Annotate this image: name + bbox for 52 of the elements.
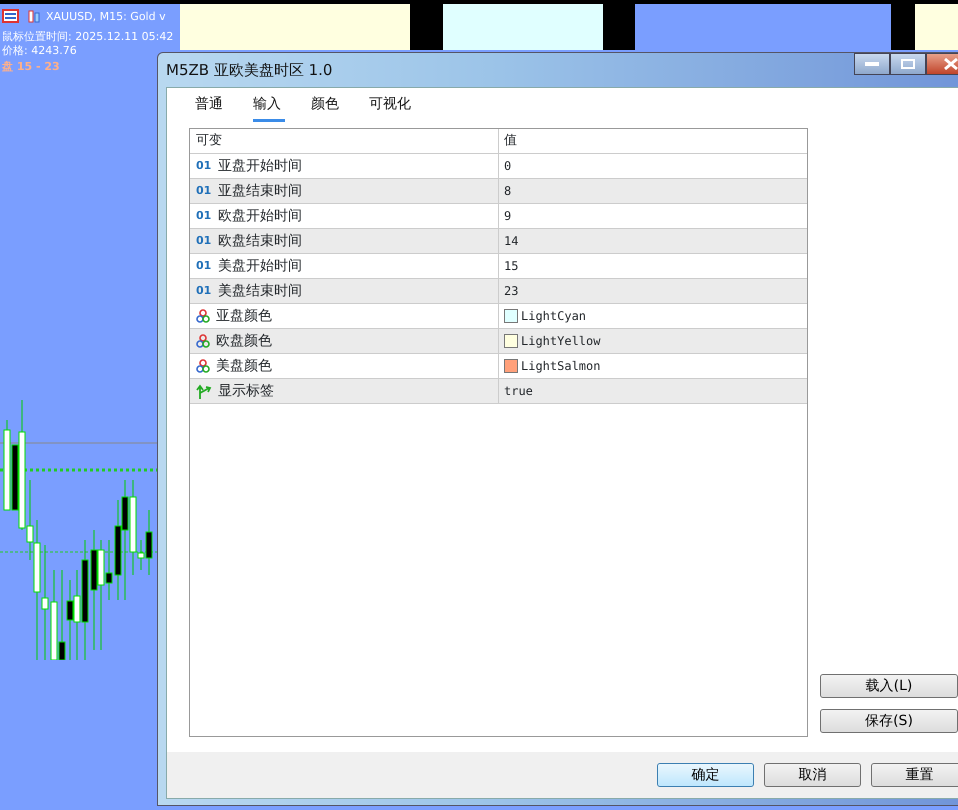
mouse-time-label: 鼠标位置时间: 2025.12.11 05:42 (2, 30, 174, 44)
chart-toolbar-icons-drawing (2, 9, 42, 23)
parameter-value: 9 (504, 208, 512, 225)
close-icon (944, 58, 958, 70)
color-circles-icon (196, 309, 210, 323)
tab[interactable]: 普通 (195, 94, 227, 122)
integer-type-icon: 01 (196, 232, 212, 250)
parameter-name: 亚盘开始时间 (218, 156, 302, 176)
integer-type-icon: 01 (196, 258, 212, 274)
maximize-icon (901, 59, 915, 69)
integer-type-icon: 01 (196, 208, 212, 224)
minimize-icon (865, 62, 879, 66)
dialog-button[interactable]: 保存(S) (820, 709, 958, 733)
parameter-name: 美盘开始时间 (218, 256, 302, 276)
dialog-button[interactable]: 重置 (871, 763, 958, 787)
parameter-name: 亚盘颜色 (216, 306, 272, 326)
session-label: 盘 15 - 23 (2, 59, 60, 75)
integer-type-icon: 01 (196, 182, 212, 200)
column-header: 可变 (196, 132, 222, 150)
dialog-button[interactable]: 载入(L) (820, 674, 958, 698)
color-circles-icon (196, 334, 210, 348)
parameter-name: 欧盘开始时间 (218, 206, 302, 226)
parameter-value: LightSalmon (521, 358, 600, 375)
parameter-value: 15 (504, 258, 518, 275)
price-label: 价格: 4243.76 (2, 44, 77, 58)
parameter-value: 0 (504, 158, 512, 175)
chart-symbol-title: XAUUSD, M15: Gold v (46, 10, 166, 24)
parameter-value: 14 (504, 233, 518, 250)
color-circles-icon (196, 359, 210, 373)
parameter-name: 显示标签 (218, 382, 274, 400)
parameter-name: 美盘颜色 (216, 356, 272, 376)
integer-type-icon: 01 (196, 158, 212, 174)
tab[interactable]: 输入 (253, 94, 285, 122)
parameter-value: LightCyan (521, 308, 586, 325)
column-header: 值 (504, 132, 517, 150)
dialog-button[interactable]: 确定 (657, 763, 754, 787)
parameter-value: 23 (504, 283, 518, 300)
maximize-button[interactable] (890, 53, 926, 75)
parameter-name: 亚盘结束时间 (218, 182, 302, 200)
tab[interactable]: 可视化 (369, 94, 415, 122)
parameter-name: 欧盘结束时间 (218, 232, 302, 250)
parameter-value: true (504, 383, 533, 400)
integer-type-icon: 01 (196, 282, 212, 300)
parameter-value: 8 (504, 183, 512, 200)
parameter-name: 欧盘颜色 (216, 332, 272, 350)
tab[interactable]: 颜色 (311, 94, 343, 122)
window-title: M5ZB 亚欧美盘时区 1.0 (166, 60, 332, 81)
parameter-value: LightYellow (521, 333, 600, 350)
minimize-button[interactable] (854, 53, 890, 75)
branch-arrow-icon (196, 383, 212, 399)
dialog-button[interactable]: 取消 (764, 763, 861, 787)
parameter-name: 美盘结束时间 (218, 282, 302, 300)
